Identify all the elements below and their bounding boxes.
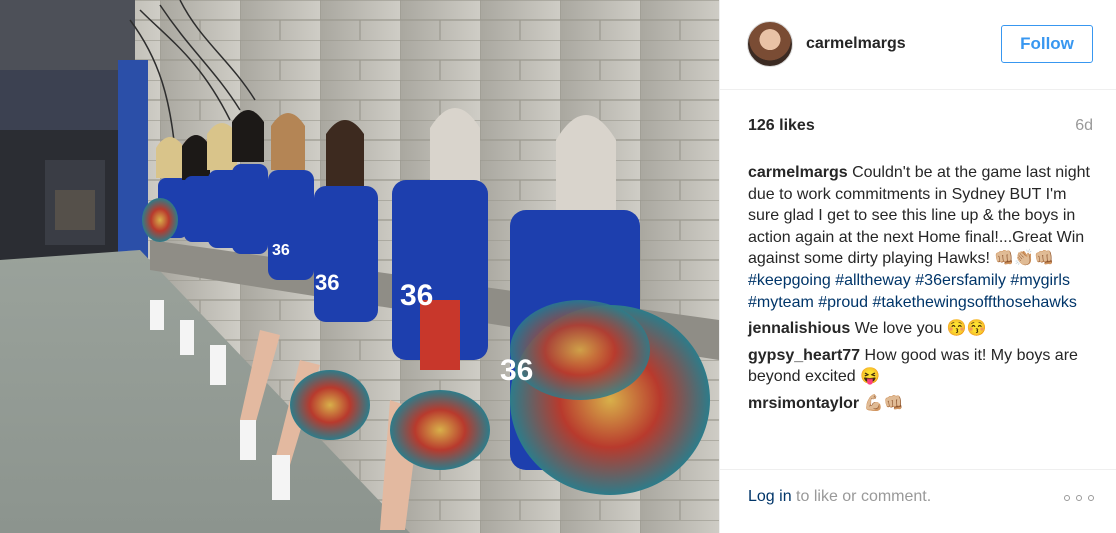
dot	[1064, 495, 1070, 501]
hashtag-link[interactable]: #myteam	[748, 294, 814, 311]
comment: mrsimontaylor 💪🏼👊🏼	[748, 393, 1093, 415]
follow-button[interactable]: Follow	[1001, 25, 1093, 63]
login-prompt-text: to like or comment.	[791, 488, 932, 505]
likes-count[interactable]: 126 likes	[748, 117, 815, 135]
hashtag-link[interactable]: #proud	[818, 294, 868, 311]
comment-text: We love you 😚😚	[850, 320, 987, 338]
jersey-number: 36	[272, 242, 290, 259]
comment-username[interactable]: carmelmargs	[748, 164, 848, 181]
more-options-icon[interactable]	[1064, 492, 1094, 504]
hashtag-link[interactable]: #mygirls	[1010, 272, 1070, 289]
comment-username[interactable]: gypsy_heart77	[748, 347, 860, 364]
comment-username[interactable]: mrsimontaylor	[748, 395, 859, 412]
instagram-post: 36 36 36 36 carmelmargs Follow 126 likes…	[0, 0, 1116, 533]
comment-username[interactable]: jennalishious	[748, 320, 850, 337]
post-age[interactable]: 6d	[1075, 117, 1093, 135]
comment: jennalishious We love you 😚😚	[748, 318, 1093, 340]
comment: gypsy_heart77 How good was it! My boys a…	[748, 345, 1093, 388]
login-prompt: Log in to like or comment.	[748, 488, 931, 506]
avatar[interactable]	[747, 21, 793, 67]
hashtag-link[interactable]: #takethewingsoffthosehawks	[873, 294, 1077, 311]
comment-text: 💪🏼👊🏼	[859, 394, 904, 412]
photo-cheerleaders: 36 36 36 36	[0, 0, 719, 533]
post-username[interactable]: carmelmargs	[806, 35, 906, 53]
hashtag-link[interactable]: #36ersfamily	[915, 272, 1006, 289]
dot	[1088, 495, 1094, 501]
dot	[1076, 495, 1082, 501]
jersey-number: 36	[315, 270, 339, 295]
post-header: carmelmargs Follow	[720, 0, 1116, 90]
hashtag-link[interactable]: #keepgoing	[748, 272, 831, 289]
post-footer: Log in to like or comment.	[720, 469, 1116, 533]
jersey-number: 36	[400, 279, 433, 312]
comments-list: carmelmargs Couldn't be at the game last…	[748, 162, 1093, 420]
login-link[interactable]: Log in	[748, 488, 792, 505]
post-stats: 126 likes 6d	[748, 117, 1093, 139]
post-photo[interactable]: 36 36 36 36	[0, 0, 719, 533]
jersey-number: 36	[500, 354, 533, 387]
hashtag-link[interactable]: #alltheway	[835, 272, 911, 289]
post-panel: carmelmargs Follow 126 likes 6d carmelma…	[719, 0, 1116, 533]
comment: carmelmargs Couldn't be at the game last…	[748, 162, 1093, 313]
